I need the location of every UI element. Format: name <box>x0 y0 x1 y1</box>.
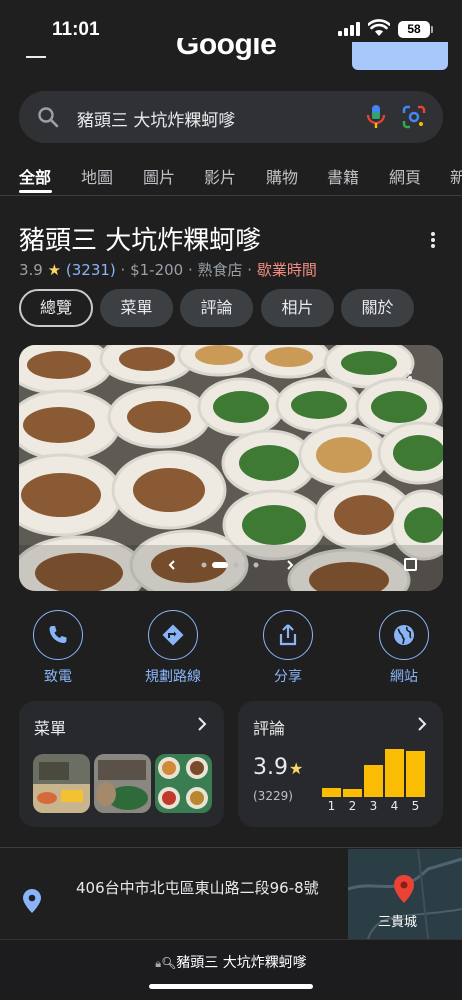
search-tabs: 全部 地圖 圖片 影片 購物 書籍 網頁 新 <box>0 160 462 194</box>
share-button[interactable]: 分享 <box>238 610 338 688</box>
chip-photos[interactable]: 相片 <box>261 289 334 327</box>
rating-bar-label: 3 <box>369 799 378 813</box>
business-meta: 3.9 ★ (3231) · $1-200 · 熟食店 · 歇業時間 <box>19 259 317 280</box>
url-text[interactable]: 🔒︎🔍︎豬頭三 大坑炸粿蚵嗲 <box>0 952 462 972</box>
wifi-icon <box>368 19 390 36</box>
tabs-divider <box>0 195 462 196</box>
rating-bar-label: 2 <box>348 799 357 813</box>
google-logo[interactable]: Google <box>176 38 276 70</box>
sign-in-button[interactable] <box>352 42 448 70</box>
menu-photo-thumbnail[interactable] <box>155 754 212 813</box>
chip-reviews[interactable]: 評論 <box>180 289 253 327</box>
section-divider <box>0 847 462 848</box>
location-pin-icon <box>23 889 41 913</box>
more-options-icon[interactable] <box>430 232 436 250</box>
chevron-right-icon <box>287 560 294 570</box>
share-label: 分享 <box>274 669 302 685</box>
menu-card-title: 菜單 <box>34 719 67 738</box>
status-time: 11:01 <box>52 19 100 40</box>
tab-videos[interactable]: 影片 <box>204 164 236 188</box>
globe-icon <box>394 625 414 645</box>
call-button[interactable]: 致電 <box>8 610 108 688</box>
rating-bar-1 <box>322 788 341 797</box>
battery-icon <box>431 26 433 33</box>
photo-carousel-controls[interactable] <box>166 558 300 572</box>
rating-value: 3.9 <box>19 261 43 279</box>
chip-about[interactable]: 關於 <box>341 289 414 327</box>
map-label: 三貴城 <box>378 915 418 930</box>
business-category: 熟食店 · <box>197 261 253 279</box>
tab-maps[interactable]: 地圖 <box>81 164 113 188</box>
directions-button[interactable]: 規劃路線 <box>123 610 223 688</box>
review-count-link[interactable]: (3231) <box>66 261 116 279</box>
chevron-right-icon <box>198 717 207 731</box>
phone-icon <box>49 626 67 643</box>
chip-menu[interactable]: 菜單 <box>100 289 173 327</box>
tab-books[interactable]: 書籍 <box>327 164 359 188</box>
search-input[interactable]: 豬頭三 大坑炸粿蚵嗲 <box>77 106 235 131</box>
search-icon <box>38 107 59 128</box>
reviews-count: (3229) <box>253 789 293 803</box>
menu-photo-thumbnail[interactable] <box>94 754 151 813</box>
google-lens-icon[interactable] <box>402 105 426 129</box>
tab-web[interactable]: 網頁 <box>389 164 421 188</box>
home-indicator[interactable] <box>149 984 313 989</box>
business-address[interactable]: 406台中市北屯區東山路二段96-8號 <box>76 876 338 901</box>
battery-level: 58 <box>398 21 430 38</box>
hours-status[interactable]: 歇業時間 <box>257 261 317 279</box>
directions-icon <box>162 624 184 646</box>
microphone-icon[interactable] <box>365 104 387 130</box>
tab-shopping[interactable]: 購物 <box>266 164 298 188</box>
fullscreen-icon[interactable] <box>404 558 417 571</box>
business-photo[interactable] <box>19 345 443 591</box>
rating-bar-label: 1 <box>327 799 336 813</box>
website-label: 網站 <box>390 669 418 685</box>
website-button[interactable]: 網站 <box>354 610 454 688</box>
rating-bar-2 <box>343 789 362 797</box>
chip-overview[interactable]: 總覽 <box>19 289 93 327</box>
business-name: 豬頭三 大坑炸粿蚵嗲 <box>19 226 262 256</box>
browser-address-bar[interactable]: 🔒︎🔍︎豬頭三 大坑炸粿蚵嗲 <box>0 939 462 1000</box>
tab-images[interactable]: 圖片 <box>143 164 175 188</box>
reviews-card-title: 評論 <box>253 719 286 738</box>
hamburger-menu-icon[interactable] <box>26 56 46 58</box>
star-icon: ★ <box>289 759 304 778</box>
url-query: 豬頭三 大坑炸粿蚵嗲 <box>176 955 307 971</box>
tab-news[interactable]: 新 <box>450 164 462 188</box>
search-bar[interactable]: 豬頭三 大坑炸粿蚵嗲 <box>19 91 443 143</box>
chevron-left-icon <box>168 560 175 570</box>
directions-label: 規劃路線 <box>145 669 201 685</box>
rating-bar-label: 4 <box>390 799 399 813</box>
search-icon: 🔍︎ <box>161 956 177 970</box>
menu-card[interactable]: 菜單 <box>19 701 224 827</box>
reviews-rating: 3.9 <box>253 755 288 780</box>
map-thumbnail[interactable]: 三貴城 <box>348 849 462 939</box>
photo-more-options-icon[interactable] <box>400 368 420 392</box>
call-label: 致電 <box>44 669 72 685</box>
tab-all[interactable]: 全部 <box>19 164 51 188</box>
rating-bar-3 <box>364 765 383 797</box>
reviews-card[interactable]: 評論 3.9 ★ (3229) 12345 <box>238 701 443 827</box>
rating-bar-5 <box>406 751 425 797</box>
menu-photo-thumbnail[interactable] <box>33 754 90 813</box>
active-tab-indicator <box>19 190 52 193</box>
price-range: · $1-200 · <box>120 261 193 279</box>
rating-bar-4 <box>385 749 404 797</box>
rating-distribution: 12345 <box>322 741 432 813</box>
rating-bar-label: 5 <box>411 799 420 813</box>
star-icon: ★ <box>47 261 62 279</box>
cellular-signal-icon <box>338 22 362 36</box>
share-icon <box>279 624 297 646</box>
chevron-right-icon <box>418 717 427 731</box>
